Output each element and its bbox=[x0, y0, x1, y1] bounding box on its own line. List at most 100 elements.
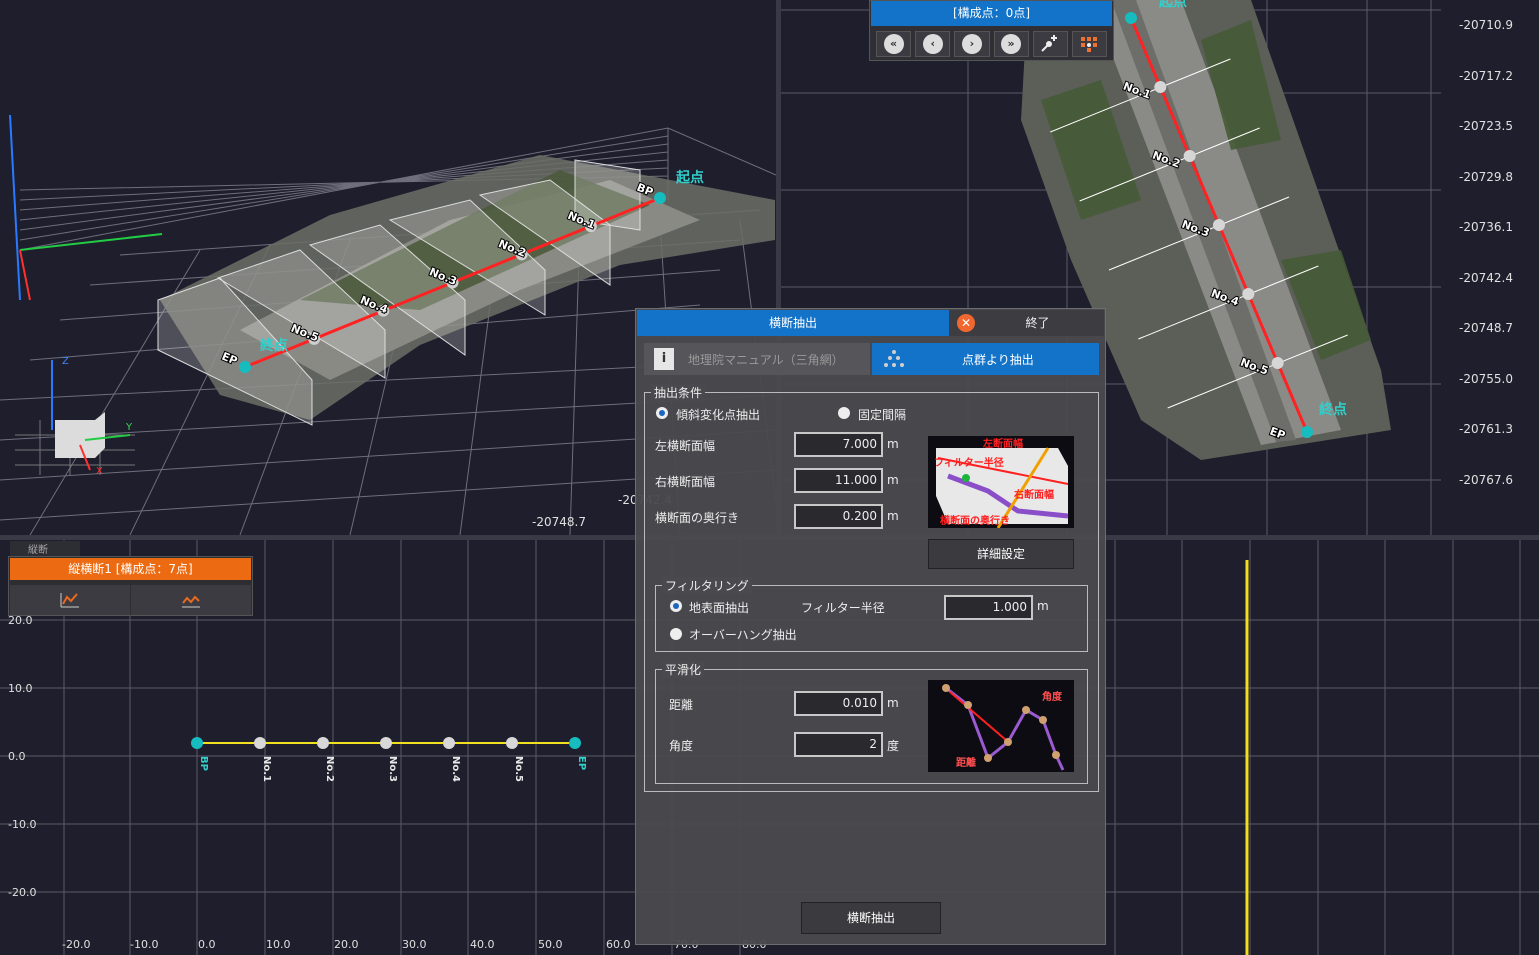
profile-station-point[interactable] bbox=[506, 737, 518, 749]
diag-angle: 角度 bbox=[1042, 690, 1063, 703]
plan-y-label: -20767.6 bbox=[1459, 472, 1513, 487]
profile-x-label: -10.0 bbox=[130, 938, 159, 951]
prev-button[interactable]: ‹ bbox=[915, 31, 951, 57]
profile-x-label: 60.0 bbox=[606, 938, 631, 951]
mode-pointcloud-label: 点群より抽出 bbox=[962, 352, 1034, 367]
profile-station-point[interactable] bbox=[254, 737, 266, 749]
tab-profile[interactable]: 縦断 bbox=[10, 541, 80, 557]
profile-y-label: -20.0 bbox=[8, 886, 37, 899]
plan-y-label: -20729.8 bbox=[1459, 169, 1513, 184]
axis-z-label: Z bbox=[62, 356, 69, 367]
execute-extract-button[interactable]: 横断抽出 bbox=[801, 902, 941, 934]
filter-radius-input[interactable]: 1.000 bbox=[944, 595, 1033, 620]
profile-graph-button[interactable] bbox=[10, 585, 130, 615]
profile-panel: 縦横断1 [構成点：7点] bbox=[8, 556, 253, 616]
depth-input[interactable]: 0.200 bbox=[794, 504, 883, 529]
detail-settings-button[interactable]: 詳細設定 bbox=[928, 539, 1074, 569]
mode-pointcloud-button[interactable]: 点群より抽出 bbox=[872, 343, 1099, 375]
profile-panel-title: 縦横断1 [構成点：7点] bbox=[10, 558, 251, 580]
profile-station-label: No.2 bbox=[324, 756, 335, 782]
plan-start-label: 起点 bbox=[1158, 0, 1187, 10]
close-icon: ✕ bbox=[957, 314, 975, 332]
end-label: 終点 bbox=[260, 337, 288, 354]
profile-graph-alt-button[interactable] bbox=[131, 585, 251, 615]
angle-label: 角度 bbox=[669, 739, 694, 753]
distance-label: 距離 bbox=[669, 698, 694, 712]
grid-points-icon bbox=[1081, 37, 1098, 52]
profile-x-label: 40.0 bbox=[470, 938, 495, 951]
plan-end-label: 終点 bbox=[1319, 401, 1347, 418]
grid-points-button[interactable] bbox=[1071, 31, 1108, 57]
radio-ground[interactable] bbox=[670, 600, 682, 612]
right-width-input[interactable]: 11.000 bbox=[794, 468, 883, 493]
plan-y-label: -20717.2 bbox=[1459, 68, 1513, 83]
profile-station-point[interactable] bbox=[191, 737, 203, 749]
plan-end-marker[interactable] bbox=[1301, 426, 1313, 438]
start-point-marker[interactable] bbox=[654, 192, 666, 204]
profile-x-label: 20.0 bbox=[334, 938, 359, 951]
extraction-diagram: 左断面幅 フィルター半径 右断面幅 横断面の奥行き bbox=[928, 436, 1074, 528]
plan-y-label: -20755.0 bbox=[1459, 371, 1513, 386]
distance-input[interactable]: 0.010 bbox=[794, 691, 883, 716]
left-width-input[interactable]: 7.000 bbox=[794, 432, 883, 457]
profile-station-point[interactable] bbox=[380, 737, 392, 749]
start-label: 起点 bbox=[675, 169, 704, 186]
diag-left-width: 左断面幅 bbox=[982, 437, 1023, 450]
plan-y-label: -20736.1 bbox=[1459, 220, 1513, 234]
graph-points-icon bbox=[182, 595, 200, 608]
cross-section-dialog: 横断抽出 ✕ 終了 i 地理院マニュアル（三角網） 点群より抽出 抽出条件 傾斜… bbox=[635, 308, 1106, 945]
first-button[interactable]: « bbox=[876, 31, 912, 57]
axis-x-label: X bbox=[96, 466, 103, 477]
edit-point-button[interactable] bbox=[1032, 31, 1068, 57]
plan-y-label: -20710.9 bbox=[1459, 18, 1513, 32]
last-button[interactable]: » bbox=[993, 31, 1029, 57]
double-chevron-right-icon: » bbox=[1001, 34, 1022, 54]
diag-distance: 距離 bbox=[956, 756, 976, 769]
depth-unit: m bbox=[887, 509, 899, 523]
distance-unit: m bbox=[887, 696, 899, 710]
profile-x-label: 50.0 bbox=[538, 938, 563, 951]
plan-station-point[interactable] bbox=[1242, 288, 1255, 300]
plan-station-point[interactable] bbox=[1213, 219, 1225, 231]
dialog-title: 横断抽出 bbox=[637, 310, 949, 336]
profile-x-label: 0.0 bbox=[198, 938, 216, 951]
radio-overhang-label: オーバーハング抽出 bbox=[689, 628, 797, 642]
plan-station-point[interactable] bbox=[1154, 81, 1167, 93]
close-label: 終了 bbox=[1025, 316, 1050, 330]
chevron-right-icon: › bbox=[961, 34, 982, 54]
profile-station-label: No.4 bbox=[450, 756, 461, 782]
plan-y-label: -20723.5 bbox=[1459, 119, 1513, 133]
close-button[interactable]: ✕ 終了 bbox=[949, 310, 1104, 336]
profile-station-label: No.3 bbox=[387, 756, 398, 782]
profile-station-point[interactable] bbox=[569, 737, 581, 749]
plan-station-point[interactable] bbox=[1183, 150, 1196, 162]
end-point-marker[interactable] bbox=[239, 361, 251, 373]
extraction-legend: 抽出条件 bbox=[651, 384, 706, 401]
left-width-label: 左横断面幅 bbox=[655, 439, 716, 453]
next-button[interactable]: › bbox=[954, 31, 990, 57]
point-cloud-icon bbox=[884, 350, 904, 367]
toolbar-title: [構成点：0点] bbox=[871, 1, 1112, 26]
coord-bottom: -20748.7 bbox=[532, 515, 586, 529]
profile-x-label: 10.0 bbox=[266, 938, 291, 951]
info-icon: i bbox=[654, 348, 674, 370]
plan-start-marker[interactable] bbox=[1125, 12, 1137, 24]
profile-station-label: BP bbox=[198, 756, 209, 771]
right-width-unit: m bbox=[887, 473, 899, 487]
smoothing-legend: 平滑化 bbox=[662, 661, 705, 678]
profile-y-label: -10.0 bbox=[8, 818, 37, 831]
profile-y-label: 10.0 bbox=[8, 682, 33, 695]
profile-station-point[interactable] bbox=[317, 737, 329, 749]
radio-fixed[interactable] bbox=[838, 407, 850, 419]
angle-input[interactable]: 2 bbox=[794, 732, 883, 757]
radio-overhang[interactable] bbox=[670, 628, 682, 640]
left-width-unit: m bbox=[887, 437, 899, 451]
axis-y-label: Y bbox=[125, 422, 133, 433]
profile-station-point[interactable] bbox=[443, 737, 455, 749]
profile-station-label: No.5 bbox=[513, 756, 524, 782]
profile-y-label: 0.0 bbox=[8, 750, 26, 763]
radio-slope[interactable] bbox=[656, 407, 668, 419]
mode-manual-button[interactable]: i 地理院マニュアル（三角網） bbox=[644, 343, 870, 375]
mode-manual-label: 地理院マニュアル（三角網） bbox=[688, 352, 844, 367]
plan-station-point[interactable] bbox=[1271, 357, 1284, 369]
